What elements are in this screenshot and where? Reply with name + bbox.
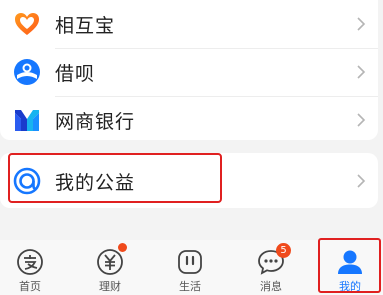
tab-label: 理财 <box>99 280 121 293</box>
menu-item-label: 相互宝 <box>55 14 116 37</box>
tab-messages[interactable]: 5 消息 <box>241 240 301 295</box>
chevron-right-icon <box>357 174 366 188</box>
services-card: 相互宝 借呗 网商银行 <box>0 0 378 140</box>
chevron-right-icon <box>357 17 366 31</box>
chevron-right-icon <box>357 65 366 79</box>
mybank-logo-icon <box>15 110 39 131</box>
notification-dot <box>118 243 127 252</box>
menu-item-mybank[interactable]: 网商银行 <box>0 96 378 144</box>
life-icon <box>178 250 202 274</box>
menu-item-label: 借呗 <box>55 62 96 85</box>
heart-logo-icon <box>15 13 39 35</box>
charity-highlight-box <box>8 153 222 203</box>
tab-label: 消息 <box>260 280 282 293</box>
message-count-badge: 5 <box>276 243 291 258</box>
tab-label: 首页 <box>19 280 41 293</box>
profile-tab-highlight-box <box>318 238 381 293</box>
tab-home[interactable]: 首页 <box>0 240 60 295</box>
menu-item-xianghubao[interactable]: 相互宝 <box>0 0 378 48</box>
jiebei-logo-icon <box>14 59 40 85</box>
chevron-right-icon <box>357 113 366 127</box>
tab-life[interactable]: 生活 <box>160 240 220 295</box>
tab-wealth[interactable]: 理财 <box>80 240 140 295</box>
alipay-home-icon <box>17 249 43 275</box>
menu-item-label: 网商银行 <box>55 110 136 133</box>
menu-item-jiebei[interactable]: 借呗 <box>0 48 378 96</box>
tab-label: 生活 <box>179 280 201 293</box>
